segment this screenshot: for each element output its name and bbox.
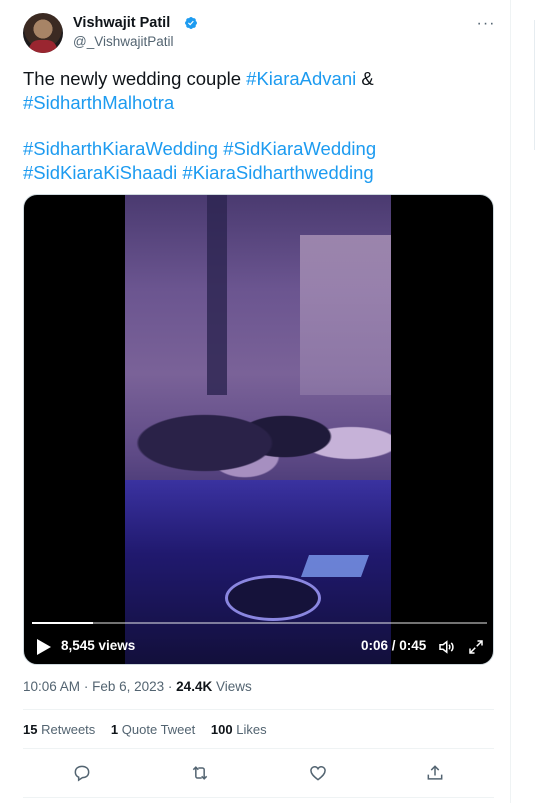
hashtag-link[interactable]: #KiaraSidharthwedding [182, 162, 373, 183]
video-timecode: 0:06 / 0:45 [361, 638, 426, 653]
retweets-stat[interactable]: 15 Retweets [23, 722, 95, 737]
reply-button[interactable] [69, 760, 95, 786]
time-separator: / [388, 638, 400, 653]
play-icon[interactable] [36, 638, 52, 656]
share-button[interactable] [422, 760, 448, 786]
likes-stat[interactable]: 100 Likes [211, 722, 267, 737]
tweet-plain-text: The newly wedding couple [23, 68, 247, 89]
tweet-header: Vishwajit Patil @_VishwajitPatil ··· [23, 13, 498, 55]
timeline-border [510, 0, 511, 803]
hashtag-link[interactable]: #SidKiaraWedding [223, 138, 376, 159]
time-total: 0:45 [399, 638, 427, 653]
engagement-stats: 15 Retweets 1 Quote Tweet 100 Likes [23, 722, 279, 737]
tweet-text: The newly wedding couple #KiaraAdvani & … [23, 67, 493, 185]
hashtag-link[interactable]: #KiaraAdvani [246, 68, 356, 89]
tweet-views-count: 24.4K [176, 679, 213, 694]
like-icon [310, 765, 326, 781]
tweet-line: #SidharthMalhotra [23, 91, 493, 115]
time-current: 0:06 [361, 638, 389, 653]
video-player[interactable]: 8,545 views 0:06 / 0:45 [23, 194, 494, 665]
like-button[interactable] [305, 760, 331, 786]
tweet-actions [23, 760, 494, 786]
video-views: 8,545 views [61, 638, 136, 653]
video-progress-fill [32, 622, 93, 624]
reply-icon [74, 765, 90, 782]
divider [23, 709, 494, 710]
hashtag-link[interactable]: #SidharthKiaraWedding [23, 138, 218, 159]
author-handle[interactable]: @_VishwajitPatil [73, 34, 174, 49]
author-name[interactable]: Vishwajit Patil [73, 15, 170, 31]
hashtag-link[interactable]: #SidKiaraKiShaadi [23, 162, 177, 183]
share-icon [427, 765, 443, 780]
tweet-line: #SidKiaraKiShaadi #KiaraSidharthwedding [23, 161, 493, 185]
tweet-line: The newly wedding couple #KiaraAdvani & [23, 67, 493, 91]
tweet-time[interactable]: 10:06 AM [23, 679, 80, 694]
quotes-stat[interactable]: 1 Quote Tweet [111, 722, 195, 737]
tweet-views-label: Views [215, 679, 252, 694]
verified-badge-icon [185, 17, 197, 29]
tweet-date[interactable]: Feb 6, 2023 [92, 679, 164, 694]
video-frame[interactable] [125, 195, 391, 664]
retweet-icon [192, 766, 208, 780]
hashtag-link[interactable]: #SidharthMalhotra [23, 92, 174, 113]
divider [23, 748, 494, 749]
divider [23, 797, 494, 798]
tweet-timestamp: 10:06 AM · Feb 6, 2023 · 24.4K Views [23, 679, 252, 694]
video-progress-bar[interactable] [32, 622, 487, 624]
fullscreen-icon[interactable] [467, 638, 485, 656]
retweet-button[interactable] [187, 760, 213, 786]
meta-separator: · [83, 679, 89, 694]
volume-icon[interactable] [437, 638, 455, 656]
more-icon[interactable]: ··· [475, 14, 497, 36]
meta-separator: · [167, 679, 173, 694]
tweet-plain-text: & [356, 68, 374, 89]
tweet-line: #SidharthKiaraWedding #SidKiaraWedding [23, 137, 493, 161]
avatar[interactable] [23, 13, 63, 53]
